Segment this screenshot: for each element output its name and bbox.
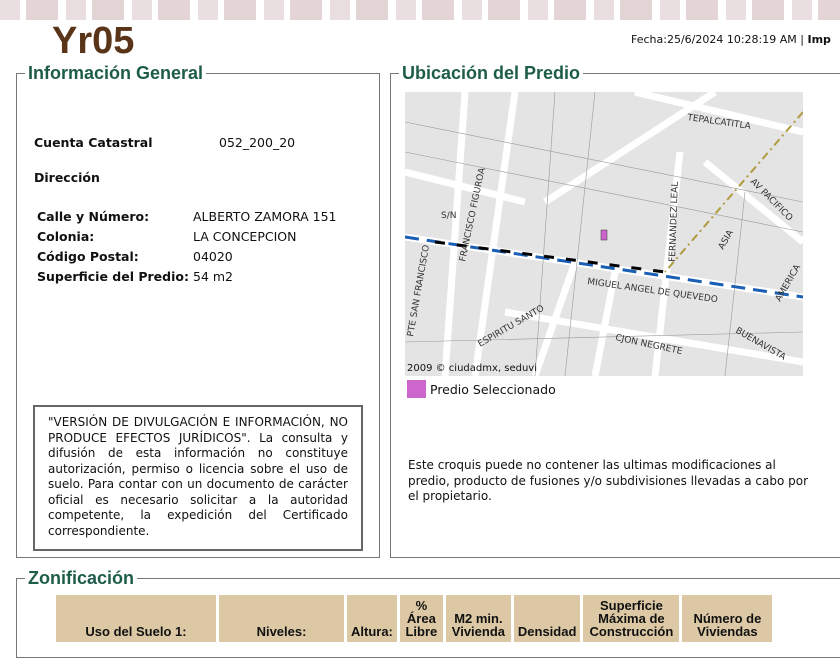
col-densidad: Densidad <box>513 595 581 642</box>
disclaimer: "VERSIÓN DE DIVULGACIÓN E INFORMACIÓN, N… <box>33 405 363 551</box>
cp-label: Código Postal: <box>37 249 139 264</box>
panel-title: Ubicación del Predio <box>399 63 584 84</box>
zoning-table: Uso del Suelo 1: Niveles: Altura: % Área… <box>53 595 775 642</box>
colonia-value: LA CONCEPCION <box>193 229 297 244</box>
col-num-viviendas: Número de Viviendas <box>682 595 773 642</box>
legend-swatch <box>407 380 426 398</box>
colonia-label: Colonia: <box>37 229 95 244</box>
date-stamp: Fecha:25/6/2024 10:28:19 AM | Imp <box>631 33 831 46</box>
superficie-value: 54 m2 <box>193 269 234 284</box>
col-uso: Uso del Suelo 1: <box>56 595 216 642</box>
calle-value: ALBERTO ZAMORA 151 <box>193 209 337 224</box>
street-label: FERNANDEZ LEAL <box>668 182 681 263</box>
col-area-libre: % Área Libre <box>399 595 443 642</box>
col-m2-min: M2 min. Vivienda <box>445 595 511 642</box>
map-copyright: 2009 © ciudadmx, seduvi <box>407 363 538 374</box>
header-banner <box>0 0 840 20</box>
date-text: Fecha:25/6/2024 10:28:19 AM | <box>631 33 808 46</box>
panel-title: Información General <box>25 63 207 84</box>
col-niveles: Niveles: <box>219 595 344 642</box>
logo: Yr05 <box>52 20 135 62</box>
location-map[interactable]: TEPALCATITLA AV PACIFICO FRANCISCO FIGUR… <box>405 92 803 376</box>
legend-label: Predio Seleccionado <box>430 382 556 397</box>
cuenta-label: Cuenta Catastral <box>34 135 153 150</box>
street-label: PTE SAN FRANCISCO <box>406 244 432 337</box>
cuenta-value: 052_200_20 <box>219 135 296 150</box>
col-superficie-max: Superficie Máxima de Construcción <box>583 595 680 642</box>
print-link[interactable]: Imp <box>807 33 830 46</box>
map-note: Este croquis puede no contener las ultim… <box>408 458 809 503</box>
cp-value: 04020 <box>193 249 233 264</box>
direccion-label: Dirección <box>34 170 100 185</box>
panel-title: Zonificación <box>25 568 138 589</box>
col-altura: Altura: <box>347 595 397 642</box>
superficie-label: Superficie del Predio: <box>37 269 189 284</box>
street-label: S/N <box>441 211 456 221</box>
street-label: ASIA <box>717 228 736 252</box>
calle-label: Calle y Número: <box>37 209 150 224</box>
